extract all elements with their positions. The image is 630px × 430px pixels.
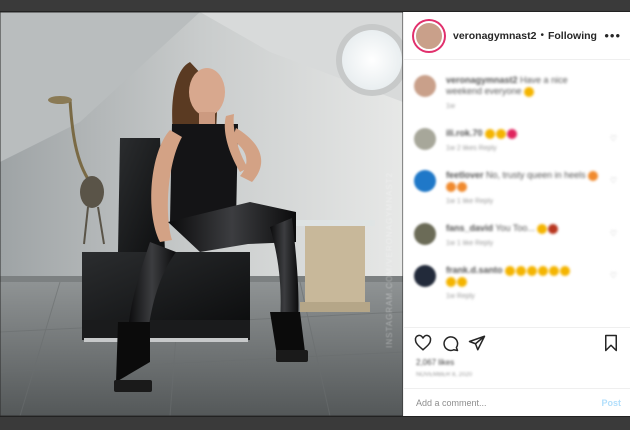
likes-count[interactable]: 2,067 likes	[416, 358, 454, 367]
emoji-icon	[457, 181, 467, 192]
emoji-icon	[548, 223, 559, 234]
comment-username[interactable]: frank.d.santo	[446, 265, 503, 275]
emoji-icon	[446, 181, 456, 192]
bookmark-icon[interactable]	[602, 334, 620, 352]
emoji-icon	[537, 223, 548, 234]
emoji-icon	[505, 265, 516, 276]
comment-username[interactable]: ili.rok.70	[446, 128, 483, 138]
comment-like-heart-icon[interactable]: ♡	[610, 271, 617, 280]
comment-bubble-icon[interactable]	[441, 334, 459, 352]
comment-username[interactable]: fans_david	[446, 223, 493, 233]
emoji-icon	[496, 128, 507, 139]
emoji-icon	[485, 128, 496, 139]
heart-icon[interactable]	[414, 334, 432, 352]
author-avatar[interactable]	[414, 20, 444, 51]
add-comment-input[interactable]	[414, 396, 568, 409]
comment-text: No, trusty queen in heels	[486, 170, 586, 180]
emoji-icon	[516, 265, 527, 276]
comment-like-heart-icon[interactable]: ♡	[610, 134, 617, 143]
comment-text: You Too...	[495, 223, 535, 233]
comment-username[interactable]: feetlover	[446, 170, 484, 180]
caption-username[interactable]: veronagymnast2	[446, 75, 518, 85]
emoji-icon	[446, 276, 456, 287]
comment-meta[interactable]: 1w 1 like Reply	[446, 240, 606, 247]
post-header: veronagymnast2 • Following •••	[404, 12, 630, 60]
post-comment-button[interactable]: Post	[601, 398, 621, 408]
post-actions-bar	[404, 327, 630, 358]
emoji-icon	[524, 86, 535, 97]
comment-avatar[interactable]	[414, 265, 436, 287]
emoji-icon	[538, 265, 549, 276]
post-date: NOVEMBER 8, 2020	[416, 372, 473, 378]
add-comment-row: Post	[404, 388, 630, 416]
author-username[interactable]: veronagymnast2	[453, 30, 536, 42]
comments-list[interactable]: veronagymnast2 Have a nice weekend every…	[404, 61, 630, 323]
header-separator: •	[540, 30, 544, 41]
paper-plane-icon[interactable]	[468, 334, 486, 352]
comment-item: feetlover No, trusty queen in heels 1w 1…	[404, 170, 630, 205]
emoji-icon	[457, 276, 467, 287]
comment-like-heart-icon[interactable]: ♡	[610, 229, 617, 238]
comment-item: ili.rok.70 1w 2 likes Reply ♡	[404, 128, 630, 152]
comment-item: fans_david You Too... 1w 1 like Reply ♡	[404, 223, 630, 247]
comment-avatar[interactable]	[414, 128, 436, 150]
comment-avatar[interactable]	[414, 223, 436, 245]
comment-item: frank.d.santo 1w Reply ♡	[404, 265, 630, 300]
heart-emoji-icon	[507, 128, 518, 139]
comment-meta[interactable]: 1w 2 likes Reply	[446, 145, 606, 152]
post-photo[interactable]: INSTAGRAM.COM/VERONAGYMNAST2	[0, 12, 403, 416]
caption-meta: 1w	[446, 103, 455, 110]
emoji-icon	[549, 265, 560, 276]
post-side-panel: veronagymnast2 • Following ••• veronagym…	[403, 12, 630, 416]
post-modal: INSTAGRAM.COM/VERONAGYMNAST2 veronagymna…	[0, 12, 630, 416]
photo-watermark: INSTAGRAM.COM/VERONAGYMNAST2	[385, 172, 394, 348]
comment-like-heart-icon[interactable]: ♡	[610, 176, 617, 185]
comment-meta[interactable]: 1w 1 like Reply	[446, 198, 606, 205]
comment-meta[interactable]: 1w Reply	[446, 293, 606, 300]
emoji-icon	[527, 265, 538, 276]
more-dots-icon[interactable]: •••	[604, 28, 621, 43]
caption-avatar[interactable]	[414, 75, 436, 97]
emoji-icon	[560, 265, 571, 276]
following-button[interactable]: Following	[548, 30, 597, 42]
post-image	[0, 12, 403, 416]
emoji-icon	[588, 170, 599, 181]
comment-avatar[interactable]	[414, 170, 436, 192]
caption-item: veronagymnast2 Have a nice weekend every…	[404, 75, 630, 110]
